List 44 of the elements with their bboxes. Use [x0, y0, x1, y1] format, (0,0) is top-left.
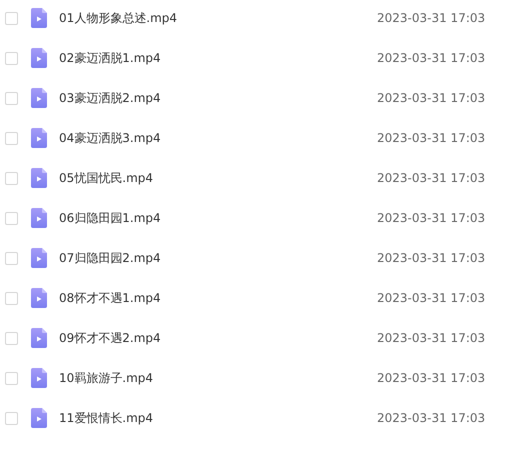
- checkbox[interactable]: [5, 172, 18, 184]
- checkbox[interactable]: [5, 12, 18, 24]
- file-name[interactable]: 07归隐田园2.mp4: [59, 250, 377, 266]
- modified-date: 2023-03-31 17:03: [377, 171, 486, 185]
- checkbox[interactable]: [5, 332, 18, 344]
- file-name[interactable]: 03豪迈洒脱2.mp4: [59, 90, 377, 106]
- file-name[interactable]: 11爱恨情长.mp4: [59, 410, 377, 426]
- modified-date: 2023-03-31 17:03: [377, 411, 486, 425]
- video-file-icon: [31, 88, 47, 108]
- modified-date: 2023-03-31 17:03: [377, 91, 486, 105]
- file-name[interactable]: 09怀才不遇2.mp4: [59, 330, 377, 346]
- video-file-icon: [31, 328, 47, 348]
- file-name[interactable]: 05忧国忧民.mp4: [59, 170, 377, 186]
- file-name[interactable]: 04豪迈洒脱3.mp4: [59, 130, 377, 146]
- modified-date: 2023-03-31 17:03: [377, 51, 486, 65]
- video-file-icon: [31, 368, 47, 388]
- checkbox[interactable]: [5, 252, 18, 264]
- video-file-icon: [31, 168, 47, 188]
- checkbox[interactable]: [5, 412, 18, 424]
- video-file-icon: [31, 128, 47, 148]
- modified-date: 2023-03-31 17:03: [377, 11, 486, 25]
- video-file-icon: [31, 208, 47, 228]
- checkbox[interactable]: [5, 132, 18, 144]
- modified-date: 2023-03-31 17:03: [377, 211, 486, 225]
- file-name[interactable]: 08怀才不遇1.mp4: [59, 290, 377, 306]
- checkbox[interactable]: [5, 292, 18, 304]
- checkbox[interactable]: [5, 52, 18, 64]
- file-name[interactable]: 06归隐田园1.mp4: [59, 210, 377, 226]
- file-name[interactable]: 01人物形象总述.mp4: [59, 10, 377, 26]
- video-file-icon: [31, 248, 47, 268]
- checkbox[interactable]: [5, 212, 18, 224]
- video-file-icon: [31, 408, 47, 428]
- checkbox[interactable]: [5, 372, 18, 384]
- file-name[interactable]: 10羁旅游子.mp4: [59, 370, 377, 386]
- modified-date: 2023-03-31 17:03: [377, 331, 486, 345]
- video-file-icon: [31, 48, 47, 68]
- checkbox[interactable]: [5, 92, 18, 104]
- modified-date: 2023-03-31 17:03: [377, 291, 486, 305]
- file-name[interactable]: 02豪迈洒脱1.mp4: [59, 50, 377, 66]
- video-file-icon: [31, 8, 47, 28]
- modified-date: 2023-03-31 17:03: [377, 371, 486, 385]
- modified-date: 2023-03-31 17:03: [377, 131, 486, 145]
- modified-date: 2023-03-31 17:03: [377, 251, 486, 265]
- video-file-icon: [31, 288, 47, 308]
